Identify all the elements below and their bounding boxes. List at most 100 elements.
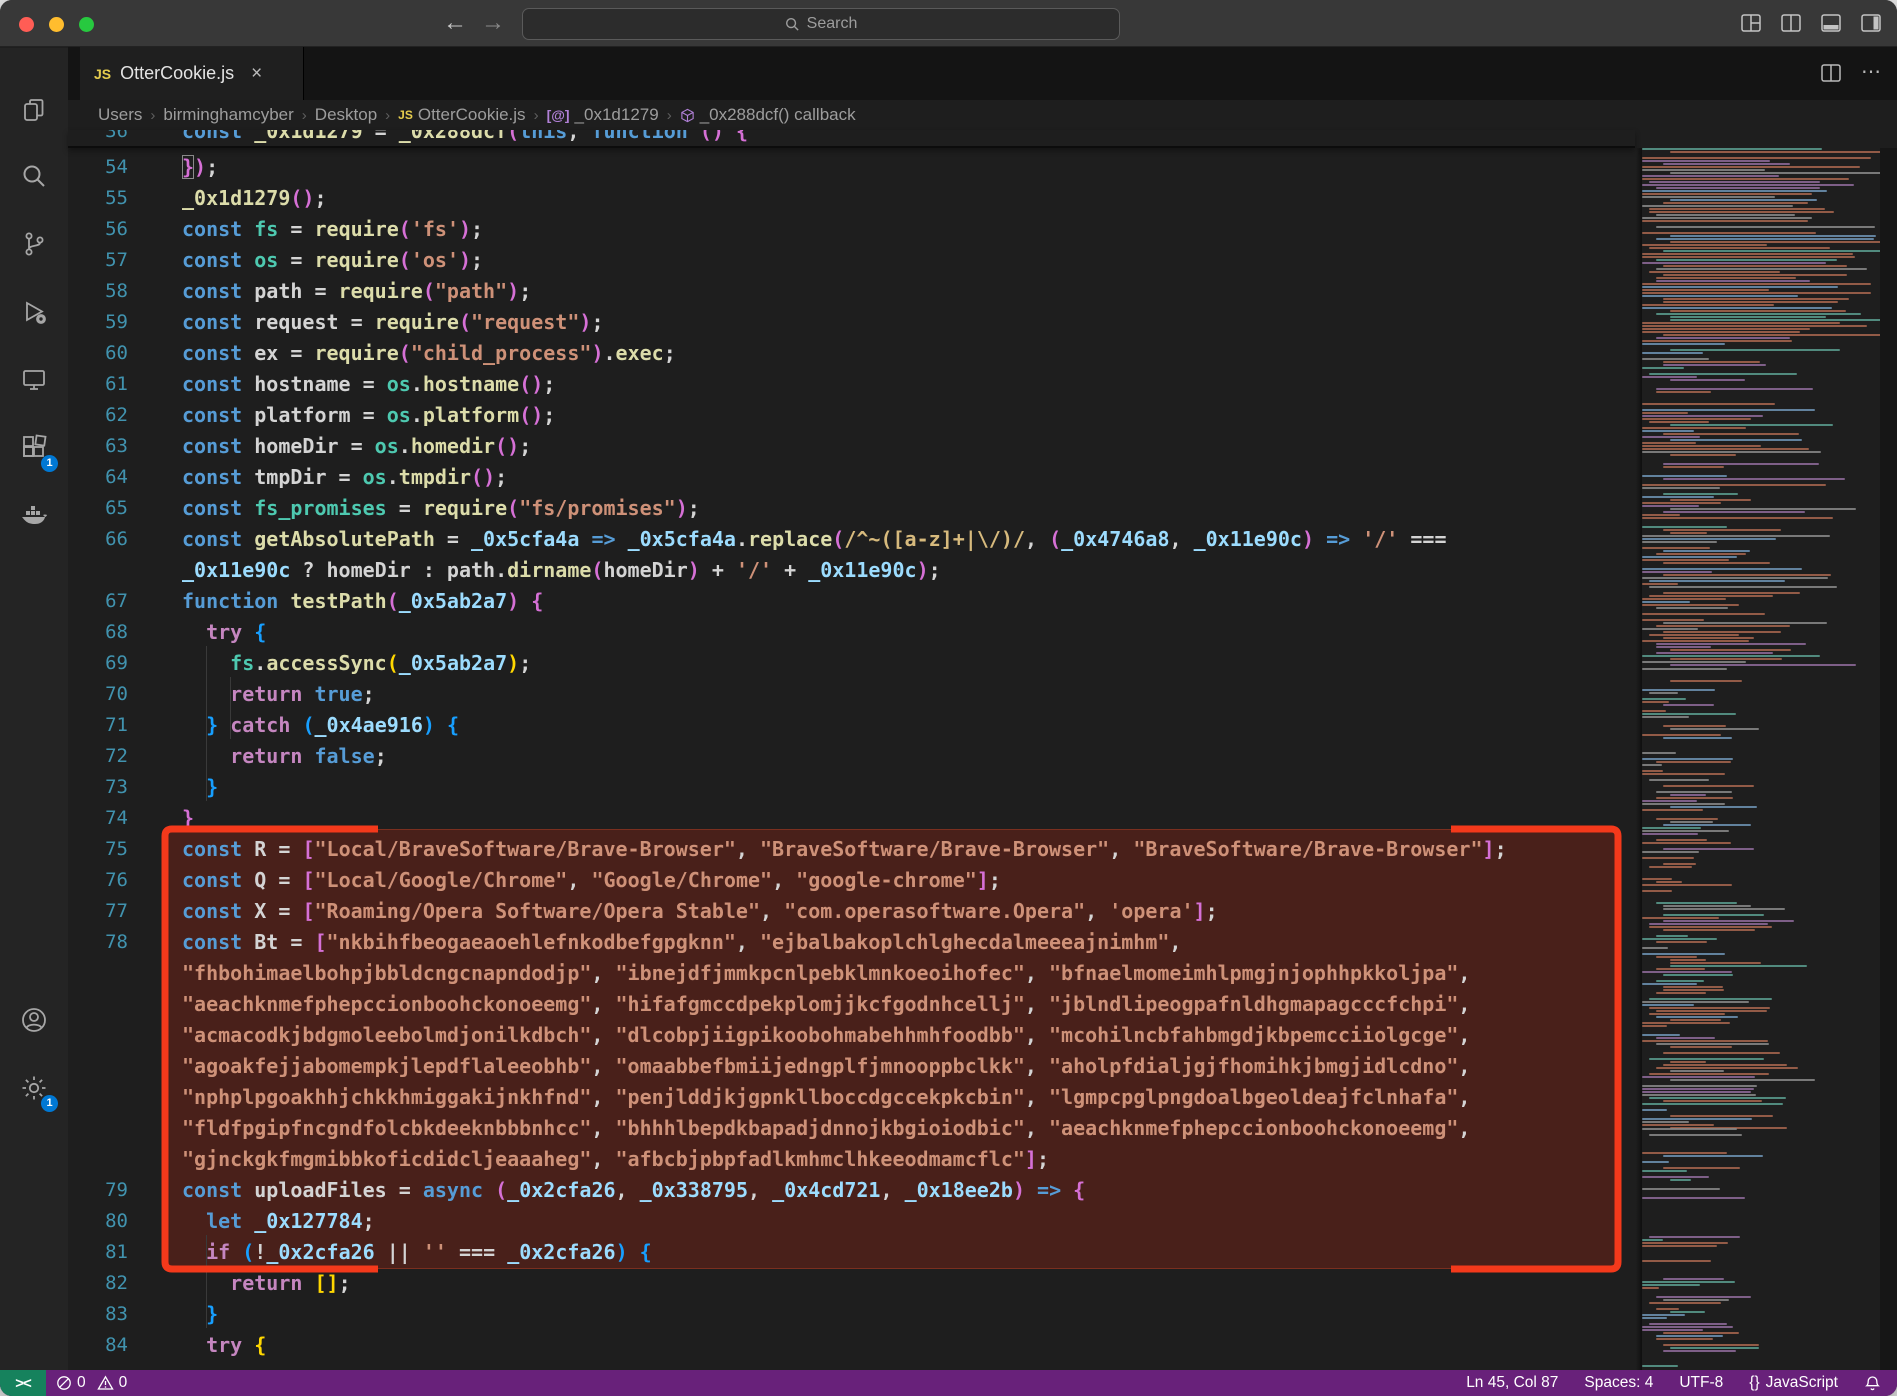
layout-grid-icon[interactable]: [1739, 11, 1763, 35]
minimap-line: [1663, 920, 1794, 922]
minimap-line: [1656, 313, 1861, 315]
minimap-line: [1670, 310, 1846, 312]
minimap-line: [1642, 328, 1810, 330]
minimap-line: [1642, 289, 1769, 291]
split-columns-icon[interactable]: [1779, 11, 1803, 35]
notifications-bell-icon[interactable]: [1864, 1375, 1881, 1392]
breadcrumb-item-callback[interactable]: _0x288dcf() callback: [680, 105, 856, 125]
close-window-button[interactable]: [19, 17, 34, 32]
errors-icon: [56, 1375, 72, 1391]
minimap-line: [1663, 725, 1726, 727]
code-line: 61const hostname = os.hostname();: [68, 369, 1708, 400]
minimap-line: [1663, 848, 1754, 850]
minimap-line: [1642, 1103, 1783, 1105]
minimap-line: [1670, 499, 1751, 501]
code-line: 69 fs.accessSync(_0x5ab2a7);: [68, 648, 1708, 679]
minimap-line: [1642, 1124, 1714, 1126]
scrollbar-track[interactable]: [1880, 148, 1897, 1370]
extensions-icon[interactable]: 1: [0, 420, 68, 476]
settings-gear-icon[interactable]: 1: [0, 1060, 68, 1116]
minimap-line: [1670, 649, 1791, 651]
language-mode[interactable]: {} JavaScript: [1749, 1374, 1838, 1392]
minimap-line: [1670, 1061, 1706, 1063]
minimap-line: [1642, 583, 1678, 585]
run-debug-icon[interactable]: [0, 284, 68, 340]
minimap-line: [1656, 992, 1706, 994]
minimap-line: [1656, 881, 1682, 883]
docker-icon[interactable]: [0, 488, 68, 544]
minimap-line: [1642, 412, 1688, 414]
forward-arrow-icon[interactable]: →: [478, 9, 508, 39]
minimize-window-button[interactable]: [49, 17, 64, 32]
breadcrumb-item[interactable]: Desktop: [315, 105, 377, 125]
minimap-line: [1642, 619, 1704, 621]
explorer-icon[interactable]: [0, 82, 68, 138]
more-actions-icon[interactable]: ⋯: [1861, 61, 1881, 85]
code-line: 58const path = require("path");: [68, 276, 1708, 307]
minimap-line: [1642, 193, 1812, 195]
search-sidebar-icon[interactable]: [0, 148, 68, 204]
minimap-line: [1649, 1097, 1786, 1099]
cursor-position[interactable]: Ln 45, Col 87: [1466, 1374, 1558, 1392]
code-line: 67function testPath(_0x5ab2a7) {: [68, 586, 1708, 617]
minimap-line: [1642, 1091, 1751, 1093]
minimap-line: [1663, 511, 1805, 513]
breadcrumb-item[interactable]: birminghamcyber: [163, 105, 293, 125]
minimap-line: [1656, 280, 1810, 282]
minimap-line: [1642, 1152, 1727, 1154]
minimap-line: [1642, 613, 1765, 615]
minimap-line: [1642, 283, 1871, 285]
minimap-line: [1642, 178, 1849, 180]
tab-ottercookie[interactable]: JS OtterCookie.js ×: [80, 47, 304, 100]
minimap-line: [1663, 1344, 1759, 1346]
minimap-line: [1642, 983, 1697, 985]
tab-close-icon[interactable]: ×: [251, 63, 262, 85]
minimap-line: [1642, 376, 1697, 378]
minimap-line: [1649, 1302, 1721, 1304]
minimap-line: [1663, 592, 1800, 594]
breadcrumb-item[interactable]: Users: [98, 105, 142, 125]
remote-indicator[interactable]: ><: [0, 1370, 46, 1396]
remote-explorer-icon[interactable]: [0, 352, 68, 408]
split-editor-icon[interactable]: [1819, 61, 1843, 85]
code-line: 66const getAbsolutePath = _0x5cfa4a => _…: [68, 524, 1708, 555]
minimap-line: [1656, 187, 1820, 189]
account-icon[interactable]: [0, 992, 68, 1048]
minimap-line: [1642, 505, 1699, 507]
problems-status[interactable]: 0 0: [56, 1374, 127, 1392]
minimap-line: [1642, 541, 1717, 543]
minimap-line: [1642, 571, 1712, 573]
minimap-line: [1663, 334, 1880, 336]
minimap-line: [1642, 262, 1826, 264]
minimap-line: [1649, 1073, 1769, 1075]
search-input[interactable]: Search: [522, 8, 1120, 40]
sticky-scroll-line[interactable]: 36const _0x1d1279 = _0x288dcf(this, func…: [68, 130, 1635, 148]
maximize-window-button[interactable]: [79, 17, 94, 32]
minimap-line: [1670, 349, 1840, 351]
code-editor[interactable]: 54});55_0x1d1279();56const fs = require(…: [68, 148, 1897, 1370]
minimap-line: [1663, 989, 1724, 991]
encoding-setting[interactable]: UTF-8: [1679, 1374, 1723, 1392]
minimap-line: [1642, 842, 1731, 844]
minimap-line: [1642, 604, 1739, 606]
minimap-line: [1670, 316, 1826, 318]
minimap-line: [1642, 1197, 1745, 1199]
minimap-line: [1663, 574, 1831, 576]
breadcrumb-item-symbol[interactable]: [@] _0x1d1279: [547, 105, 659, 125]
minimap-line: [1663, 1100, 1762, 1102]
tab-label: OtterCookie.js: [120, 63, 234, 84]
search-placeholder: Search: [807, 15, 858, 33]
minimap-line: [1642, 833, 1698, 835]
minimap-content[interactable]: [1642, 148, 1880, 1370]
indentation-setting[interactable]: Spaces: 4: [1584, 1374, 1653, 1392]
minimap-line: [1642, 352, 1703, 354]
source-control-icon[interactable]: [0, 216, 68, 272]
breadcrumb-item-file[interactable]: JS OtterCookie.js: [398, 105, 525, 125]
code-line: 83 }: [68, 1299, 1708, 1330]
symbol-variable-icon: [@]: [547, 107, 570, 123]
panel-bottom-icon[interactable]: [1819, 11, 1843, 35]
back-arrow-icon[interactable]: ←: [440, 9, 470, 39]
minimap-line: [1642, 1170, 1687, 1172]
minimap-line: [1663, 637, 1754, 639]
sidebar-right-icon[interactable]: [1859, 11, 1883, 35]
